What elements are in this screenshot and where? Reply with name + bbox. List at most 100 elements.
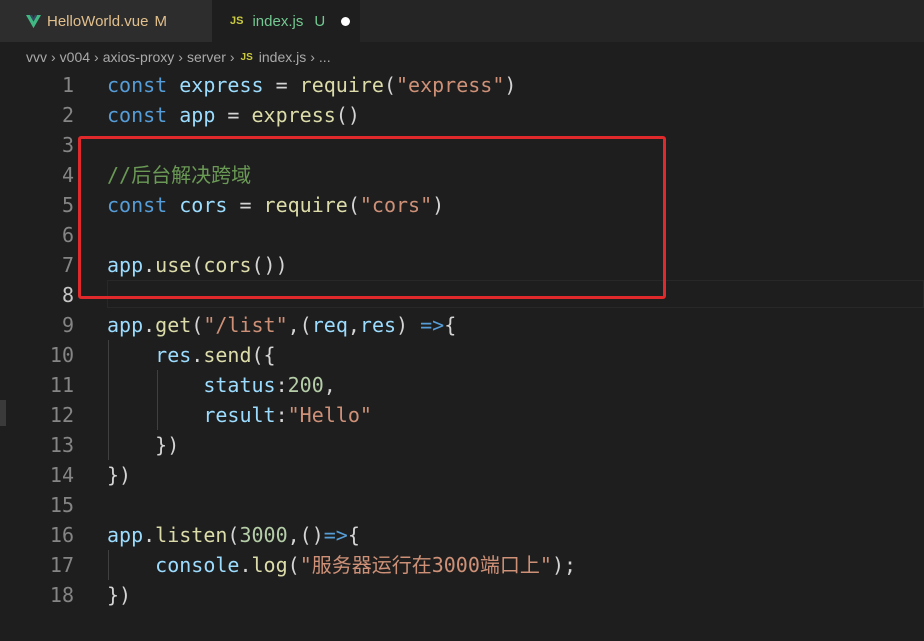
code-line[interactable]: 10 res.send({ [0, 340, 924, 370]
line-number: 1 [61, 73, 74, 97]
code-token: : [275, 403, 288, 427]
code-token: ( [227, 523, 240, 547]
code-token: ); [551, 553, 577, 577]
code-token: log [251, 553, 288, 577]
code-line[interactable]: 1 const express = require("express") [0, 70, 924, 100]
breadcrumb-item[interactable]: axios-proxy [103, 49, 175, 65]
code-token: "Hello" [287, 403, 372, 427]
git-status-untracked: U [314, 12, 326, 30]
code-token: status [203, 373, 276, 397]
tab-helloworld-vue[interactable]: HelloWorld.vue M [0, 0, 212, 42]
code-line[interactable]: 14}) [0, 460, 924, 490]
code-token: ) [396, 313, 421, 337]
chevron-right-icon: › [310, 49, 315, 65]
code-line[interactable]: 13 }) [0, 430, 924, 460]
code-text: app.get("/list",(req,res) =>{ [107, 310, 456, 340]
line-number: 18 [49, 583, 74, 607]
code-line[interactable]: 9 app.get("/list",(req,res) =>{ [0, 310, 924, 340]
chevron-right-icon: › [229, 49, 235, 65]
breadcrumb-item[interactable]: v004 [60, 49, 90, 65]
line-number: 4 [61, 163, 74, 187]
code-token: . [239, 553, 252, 577]
code-token: = [215, 103, 252, 127]
code-token: require [299, 73, 384, 97]
code-token: . [191, 343, 204, 367]
code-token: { [444, 313, 457, 337]
line-number: 8 [61, 283, 74, 307]
code-token: get [155, 313, 192, 337]
code-line[interactable]: 2 const app = express() [0, 100, 924, 130]
line-number: 13 [49, 433, 74, 457]
code-text: console.log("服务器运行在3000端口上"); [107, 550, 576, 580]
code-token: result [203, 403, 276, 427]
code-token: listen [155, 523, 228, 547]
code-line[interactable]: 15 [0, 490, 924, 520]
code-token: }) [107, 433, 180, 457]
line-number: 2 [61, 103, 74, 127]
code-token: ( [287, 553, 300, 577]
js-icon: JS [230, 15, 244, 27]
code-text: const express = require("express") [107, 70, 516, 100]
code-line[interactable]: 18}) [0, 580, 924, 610]
annotation-highlight-box [78, 136, 666, 299]
code-token: ({ [251, 343, 276, 367]
breadcrumb-symbols[interactable]: ... [319, 49, 331, 65]
code-token: => [420, 313, 445, 337]
line-number: 11 [49, 373, 74, 397]
code-token: , [323, 373, 336, 397]
code-token: . [143, 313, 156, 337]
code-token: ,() [287, 523, 324, 547]
chevron-right-icon: › [51, 49, 56, 65]
code-token: . [143, 523, 156, 547]
line-number: 16 [49, 523, 74, 547]
code-token: }) [107, 463, 132, 487]
line-number: 5 [61, 193, 74, 217]
code-token: req [311, 313, 348, 337]
code-token: ,( [287, 313, 312, 337]
line-number: 15 [49, 493, 74, 517]
code-text: }) [107, 460, 131, 490]
chevron-right-icon: › [178, 49, 183, 65]
code-line[interactable]: 11 status:200, [0, 370, 924, 400]
code-text: status:200, [107, 370, 336, 400]
code-token: const [107, 103, 180, 127]
code-token: const [107, 73, 180, 97]
breadcrumb: vvv › v004 › axios-proxy › server › JS i… [26, 47, 331, 67]
line-number: 10 [49, 343, 74, 367]
code-token: express [179, 73, 264, 97]
tab-index-js[interactable]: JS index.js U [212, 0, 360, 42]
vue-icon [26, 14, 41, 28]
code-token: ) [504, 73, 517, 97]
js-icon: JS [240, 51, 253, 63]
unsaved-dot-icon[interactable] [341, 16, 351, 26]
line-number: 14 [49, 463, 74, 487]
code-line[interactable]: 16 app.listen(3000,()=>{ [0, 520, 924, 550]
code-line[interactable]: 17 console.log("服务器运行在3000端口上"); [0, 550, 924, 580]
code-text: }) [107, 580, 131, 610]
line-number: 3 [61, 133, 74, 157]
line-number: 7 [61, 253, 74, 277]
line-number: 9 [61, 313, 74, 337]
code-token: express [251, 103, 336, 127]
editor-tab-bar: HelloWorld.vue M JS index.js U [0, 0, 924, 42]
breadcrumb-item[interactable]: server [187, 49, 226, 65]
tab-label: HelloWorld.vue [47, 12, 149, 30]
scroll-indicator [0, 400, 6, 426]
code-token: => [323, 523, 348, 547]
chevron-right-icon: › [94, 49, 99, 65]
code-token: : [275, 373, 288, 397]
code-token: { [347, 523, 360, 547]
code-text: app.listen(3000,()=>{ [107, 520, 360, 550]
code-token: () [335, 103, 360, 127]
breadcrumb-file[interactable]: index.js [259, 49, 306, 65]
git-status-modified: M [154, 12, 167, 30]
code-token: ( [191, 313, 204, 337]
breadcrumb-item[interactable]: vvv [26, 49, 47, 65]
code-line[interactable]: 12 result:"Hello" [0, 400, 924, 430]
code-token: "服务器运行在3000端口上" [299, 553, 552, 577]
code-token: 3000 [239, 523, 288, 547]
line-number: 17 [49, 553, 74, 577]
